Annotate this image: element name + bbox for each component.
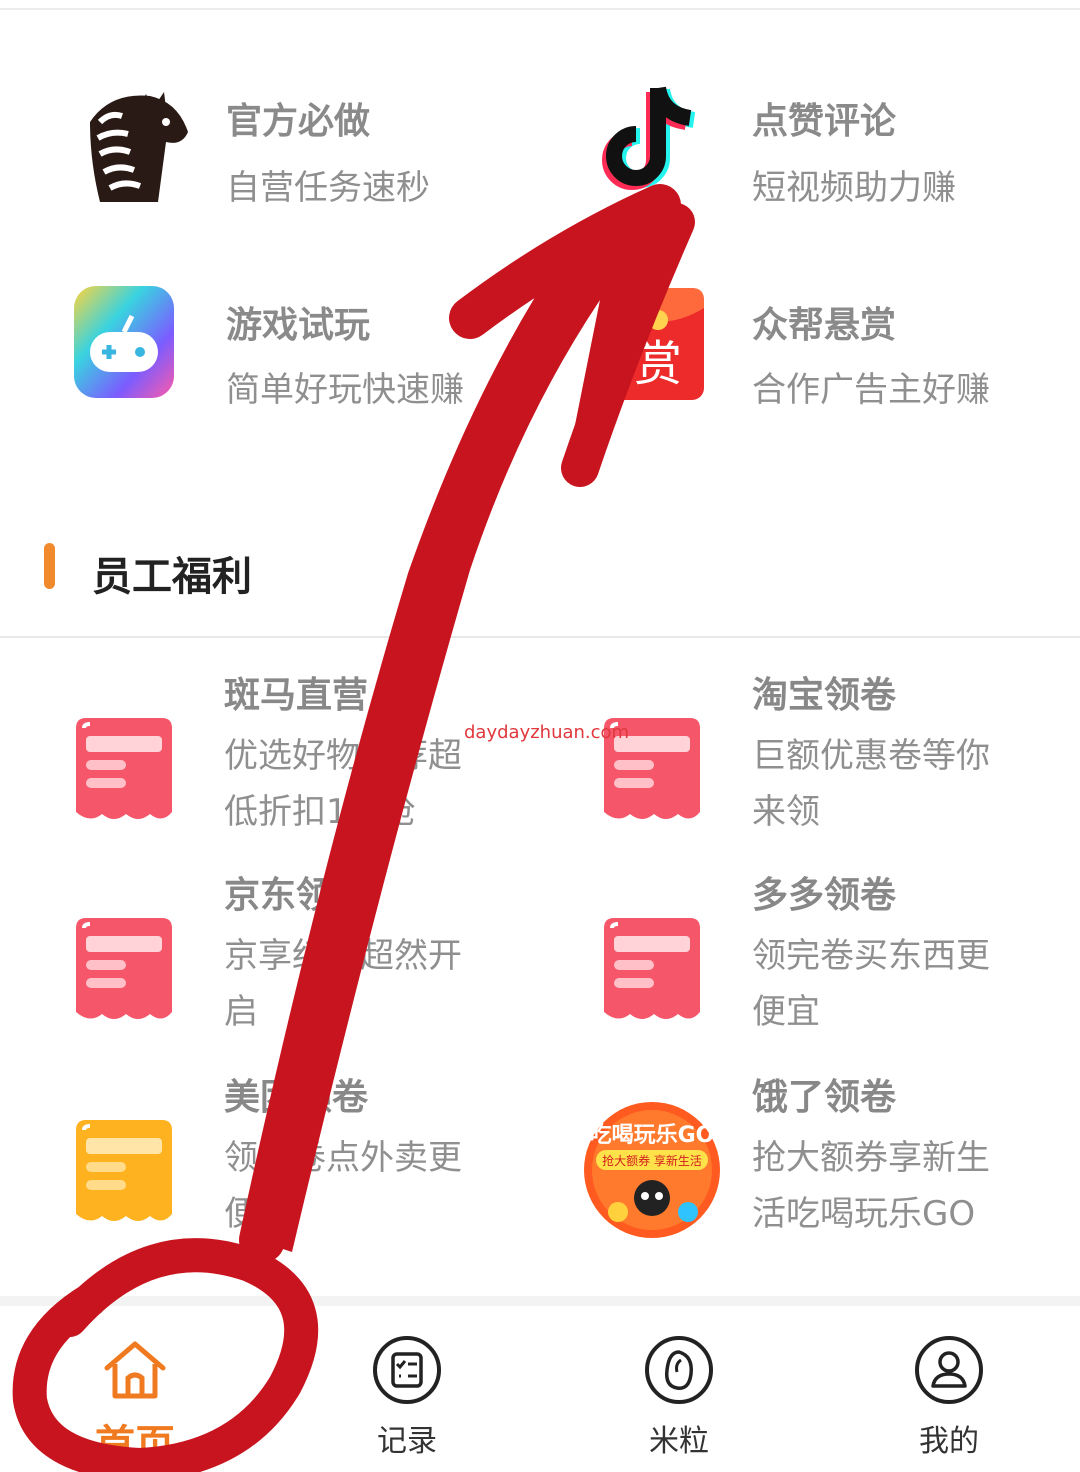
task-subtitle: 合作广告主好赚 <box>752 370 990 410</box>
eleme-promo-icon: 吃喝玩乐GO 抢大额券 享新生活 <box>582 1100 722 1240</box>
section-divider <box>0 636 1080 638</box>
tab-rice[interactable]: 米粒 <box>594 1324 764 1472</box>
welfare-item-eleme[interactable]: 吃喝玩乐GO 抢大额券 享新生活 饿了领卷 抢大额券享新生活吃喝玩乐GO <box>540 1058 1080 1248</box>
task-game-trial[interactable]: 游戏试玩 简单好玩快速赚 <box>0 262 540 432</box>
gamepad-icon <box>72 282 176 402</box>
eleme-promo-sub: 抢大额券 享新生活 <box>602 1153 702 1168</box>
task-title: 官方必做 <box>226 101 371 142</box>
task-official[interactable]: 官方必做 自营任务速秒 <box>0 60 540 230</box>
task-subtitle: 短视频助力赚 <box>752 168 956 208</box>
tab-label: 米粒 <box>649 1424 709 1459</box>
welfare-title: 京东领卷 <box>224 875 369 916</box>
welfare-title: 美团领卷 <box>224 1077 369 1118</box>
tab-home[interactable]: 首页 <box>50 1324 220 1472</box>
douyin-icon <box>596 78 720 202</box>
coupon-icon <box>598 916 706 1026</box>
welfare-item-taobao[interactable]: 淘宝领卷 巨额优惠卷等你来领 <box>540 656 1080 846</box>
tab-label: 记录 <box>377 1424 437 1459</box>
task-reward[interactable]: 赏 众帮悬赏 合作广告主好赚 <box>540 262 1080 432</box>
zebra-icon <box>70 82 194 206</box>
welfare-desc: 优选好物推荐超低折扣1元抢 <box>224 736 462 832</box>
top-divider <box>0 8 1080 10</box>
welfare-desc: 巨额优惠卷等你来领 <box>752 736 990 832</box>
home-icon <box>99 1334 171 1406</box>
rice-grain-icon <box>643 1334 715 1406</box>
task-subtitle: 简单好玩快速赚 <box>226 370 464 410</box>
welfare-desc: 领优卷点外卖更便宜 <box>224 1138 462 1234</box>
reward-envelope-text: 赏 <box>634 336 682 392</box>
welfare-title: 斑马直营 <box>224 675 369 716</box>
tab-profile[interactable]: 我的 <box>864 1324 1034 1472</box>
task-like-comment[interactable]: 点赞评论 短视频助力赚 <box>540 60 1080 230</box>
tab-record[interactable]: 记录 <box>322 1324 492 1472</box>
tab-label: 首页 <box>95 1422 175 1468</box>
reward-envelope-icon: 赏 <box>612 284 706 402</box>
task-subtitle: 自营任务速秒 <box>226 168 430 208</box>
section-accent-bar <box>44 543 55 589</box>
watermark: daydayzhuan.com <box>464 722 630 743</box>
welfare-desc: 领完卷买东西更便宜 <box>752 936 990 1032</box>
welfare-desc: 抢大额券享新生活吃喝玩乐GO <box>752 1138 990 1234</box>
record-icon <box>371 1334 443 1406</box>
task-title: 点赞评论 <box>752 101 897 142</box>
coupon-icon <box>70 916 178 1026</box>
task-title: 众帮悬赏 <box>752 305 897 346</box>
bottom-tab-bar: 首页 记录 米粒 我的 <box>0 1296 1080 1472</box>
welfare-title: 饿了领卷 <box>752 1077 897 1118</box>
welfare-item-meituan[interactable]: 美团领卷 领优卷点外卖更便宜 <box>0 1058 540 1248</box>
task-title: 游戏试玩 <box>226 305 371 346</box>
welfare-desc: 京享红包超然开启 <box>224 936 462 1032</box>
section-title: 员工福利 <box>92 554 252 600</box>
welfare-title: 淘宝领卷 <box>752 675 897 716</box>
coupon-icon <box>70 716 178 826</box>
welfare-item-zebra-direct[interactable]: 斑马直营 优选好物推荐超低折扣1元抢 <box>0 656 540 846</box>
welfare-item-jd[interactable]: 京东领卷 京享红包超然开启 <box>0 856 540 1046</box>
profile-icon <box>913 1334 985 1406</box>
welfare-item-pdd[interactable]: 多多领卷 领完卷买东西更便宜 <box>540 856 1080 1046</box>
eleme-promo-title: 吃喝玩乐GO <box>590 1122 715 1148</box>
welfare-title: 多多领卷 <box>752 875 897 916</box>
tab-label: 我的 <box>919 1424 979 1459</box>
coupon-icon <box>70 1118 178 1228</box>
